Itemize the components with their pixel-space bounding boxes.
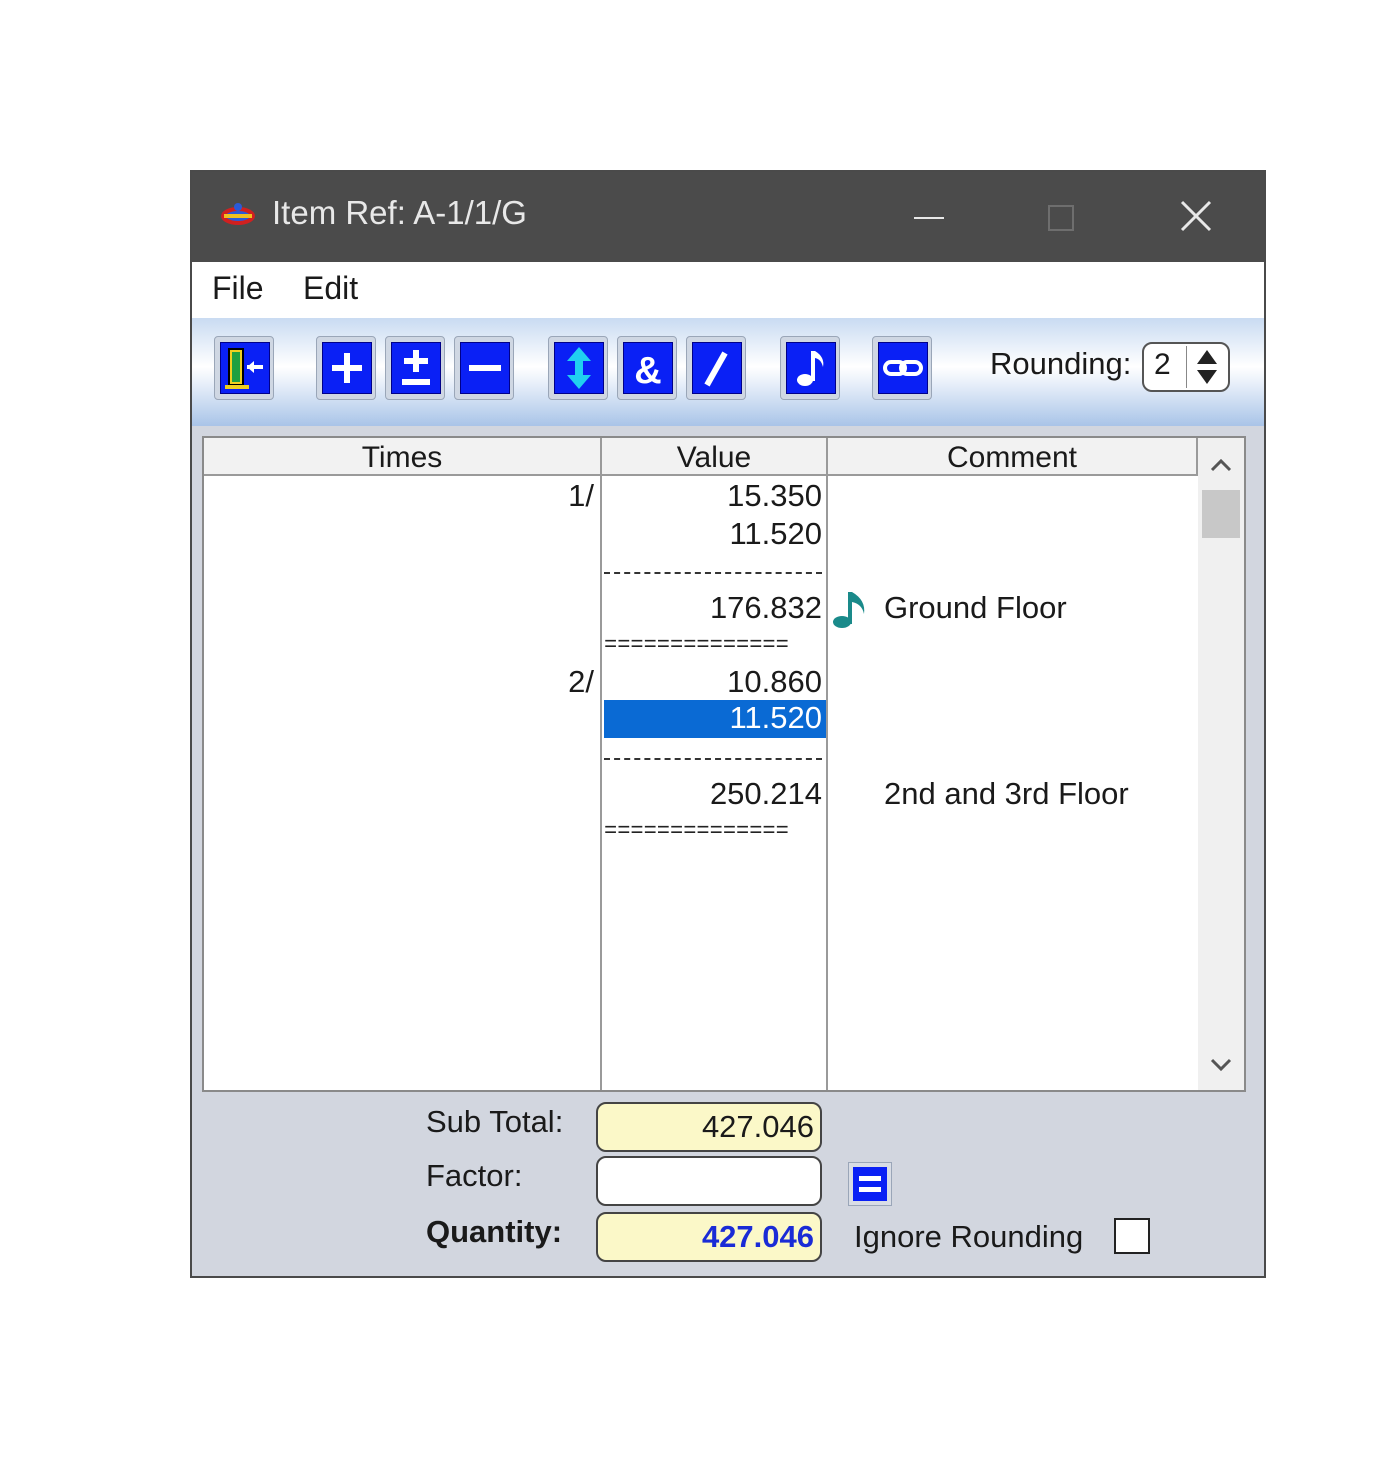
toolbar: & Rounding: 2 xyxy=(192,318,1264,426)
slash-icon xyxy=(704,351,728,387)
maximize-button[interactable] xyxy=(996,172,1126,262)
column-divider xyxy=(826,476,828,1090)
equals-button[interactable] xyxy=(848,1162,892,1206)
scroll-thumb[interactable] xyxy=(1202,490,1240,538)
header-comment[interactable]: Comment xyxy=(828,438,1198,476)
close-button[interactable] xyxy=(1130,172,1260,262)
total-rule: ============== xyxy=(604,636,789,656)
app-logo-icon xyxy=(221,203,255,225)
row-value[interactable]: 11.520 xyxy=(604,516,822,552)
title-bar: Item Ref: A-1/1/G xyxy=(192,172,1264,262)
link-icon xyxy=(883,360,923,376)
exit-icon xyxy=(225,348,263,389)
row-subtotal[interactable]: 250.214 xyxy=(604,776,822,812)
svg-text:&: & xyxy=(634,350,661,392)
column-divider xyxy=(600,476,602,1090)
move-button[interactable] xyxy=(548,336,608,400)
factor-label: Factor: xyxy=(426,1158,523,1193)
subtotal-field: 427.046 xyxy=(596,1102,822,1152)
row-times[interactable]: 2/ xyxy=(568,664,594,700)
vertical-scrollbar[interactable] xyxy=(1198,438,1244,1090)
rounding-label: Rounding: xyxy=(990,346,1132,381)
row-times[interactable]: 1/ xyxy=(568,478,594,514)
minimize-icon xyxy=(914,217,944,219)
chevron-up-icon[interactable] xyxy=(1198,446,1244,486)
quantity-field: 427.046 xyxy=(596,1212,822,1262)
row-comment[interactable]: Ground Floor xyxy=(884,590,1067,626)
rounding-value[interactable]: 2 xyxy=(1154,348,1171,382)
row-value[interactable]: 15.350 xyxy=(604,478,822,514)
subtotal-rule xyxy=(604,758,822,760)
plus-icon xyxy=(332,353,362,383)
link-button[interactable] xyxy=(872,336,932,400)
quantity-label: Quantity: xyxy=(426,1214,563,1249)
close-icon xyxy=(1180,200,1212,232)
spin-up-down-icon xyxy=(1197,350,1217,384)
row-comment[interactable]: 2nd and 3rd Floor xyxy=(884,776,1129,812)
deduct-button[interactable] xyxy=(454,336,514,400)
equals-icon xyxy=(853,1167,887,1201)
header-times[interactable]: Times xyxy=(204,438,602,476)
menu-edit[interactable]: Edit xyxy=(303,270,358,307)
chevron-down-icon[interactable] xyxy=(1198,1044,1244,1084)
exit-button[interactable] xyxy=(214,336,274,400)
row-value[interactable]: 10.860 xyxy=(604,664,822,700)
row-subtotal[interactable]: 176.832 xyxy=(604,590,822,626)
rounding-spinner[interactable]: 2 xyxy=(1142,342,1230,392)
spin-arrows[interactable] xyxy=(1186,346,1227,388)
minimize-button[interactable] xyxy=(864,172,994,262)
join-button[interactable]: & xyxy=(617,336,677,400)
subtotal-label: Sub Total: xyxy=(426,1104,564,1139)
music-note-icon xyxy=(797,351,824,386)
ampersand-icon: & xyxy=(634,350,661,392)
measurement-grid: Times Value Comment 1/ 15.350 11.520 176… xyxy=(202,436,1246,1092)
maximize-icon xyxy=(1048,205,1074,231)
ignore-rounding-label: Ignore Rounding xyxy=(854,1219,1084,1254)
divide-button[interactable] xyxy=(686,336,746,400)
row-value-selected[interactable]: 11.520 xyxy=(604,700,826,738)
music-note-icon xyxy=(833,592,865,628)
subtotal-rule xyxy=(604,572,822,574)
up-down-icon xyxy=(567,347,591,389)
add-deduct-button[interactable] xyxy=(385,336,445,400)
menu-file[interactable]: File xyxy=(212,270,264,307)
factor-input[interactable] xyxy=(596,1156,822,1206)
plus-minus-icon xyxy=(402,350,430,385)
header-value[interactable]: Value xyxy=(602,438,828,476)
note-button[interactable] xyxy=(780,336,840,400)
menu-bar: File Edit xyxy=(192,262,1264,318)
minus-icon xyxy=(469,365,501,371)
ignore-rounding-checkbox[interactable] xyxy=(1114,1218,1150,1254)
item-ref-window: Item Ref: A-1/1/G File Edit & Rounding: … xyxy=(190,170,1266,1278)
total-rule: ============== xyxy=(604,822,789,842)
window-title: Item Ref: A-1/1/G xyxy=(272,194,527,231)
add-button[interactable] xyxy=(316,336,376,400)
